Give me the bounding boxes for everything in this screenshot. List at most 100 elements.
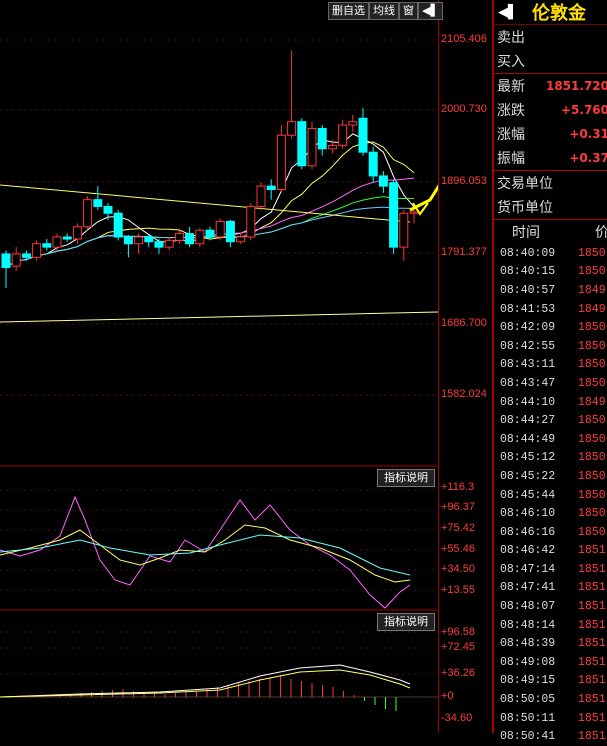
tick-time: 08:45:12: [500, 451, 556, 465]
candle-body: [144, 236, 154, 243]
tick-price: 1851: [578, 618, 606, 632]
tick-time: 08:48:39: [500, 637, 556, 651]
tick-time: 08:44:10: [500, 395, 556, 409]
ind2-axis-label: +72.45: [441, 641, 475, 653]
candle-body: [236, 236, 246, 243]
amp-label: 振幅: [497, 151, 525, 167]
change-row: 涨跌 +5.760: [494, 98, 607, 122]
candle-body: [307, 127, 317, 167]
tick-time: 08:42:55: [500, 339, 556, 353]
trend-line: [0, 184, 411, 223]
pct-row: 涨幅 +0.31: [494, 122, 607, 146]
unit-label: 交易单位: [497, 176, 553, 192]
pct-value: +0.31: [569, 127, 607, 141]
tick-price: 1850: [578, 451, 606, 465]
panel-toggle-icon[interactable]: ◀▌: [418, 2, 443, 20]
tick-time: 08:47:14: [500, 562, 556, 576]
change-value: +5.760: [560, 103, 607, 117]
tick-row: 08:48:14 1851: [494, 616, 607, 635]
tick-row: 08:50:05 1851: [494, 690, 607, 709]
price-axis-label: 1686.700: [441, 317, 487, 329]
tick-time: 08:43:47: [500, 376, 556, 390]
tick-time: 08:40:57: [500, 283, 556, 297]
candle-body: [185, 233, 195, 245]
moving-average-button[interactable]: 均线: [369, 2, 399, 20]
candle-body: [103, 205, 113, 214]
tick-price: 1850: [578, 507, 606, 521]
candle-body: [225, 220, 235, 243]
candle-body: [297, 121, 307, 167]
tick-row: 08:40:09 1850: [494, 244, 607, 263]
candle-body: [389, 182, 399, 248]
tick-price: 1851: [578, 730, 606, 744]
ind2-axis-label: -34.60: [441, 712, 473, 724]
tick-row: 08:46:42 1851: [494, 542, 607, 561]
tick-row: 08:45:22 1850: [494, 467, 607, 486]
tick-price: 1851: [578, 581, 606, 595]
tick-row: 08:44:10 1849: [494, 393, 607, 412]
tick-time: 08:47:41: [500, 581, 556, 595]
tick-row: 08:48:07 1851: [494, 597, 607, 616]
tick-price: 1850: [578, 414, 606, 428]
candle-body: [256, 185, 266, 207]
tick-time: 08:41:53: [500, 302, 556, 316]
candle-body: [338, 124, 348, 146]
tick-row: 08:45:44 1850: [494, 486, 607, 505]
sell-label: 卖出: [497, 30, 525, 46]
trend-line: [0, 311, 438, 323]
tick-time: 08:50:11: [500, 711, 556, 725]
macd-dif-line: [0, 664, 411, 698]
candle-body: [317, 127, 327, 150]
collapse-panel-icon[interactable]: ◀▌: [498, 5, 518, 20]
ma-line: [5, 141, 415, 268]
ind1-axis-label: +13.55: [441, 584, 475, 596]
currency-row: 货币单位: [494, 195, 607, 219]
tick-time: 08:45:44: [500, 488, 556, 502]
candle-body: [154, 241, 164, 248]
latest-label: 最新: [497, 79, 525, 95]
tick-row: 08:40:57 1849: [494, 281, 607, 300]
tick-row: 08:43:11 1850: [494, 356, 607, 375]
tick-row: 08:48:39 1851: [494, 634, 607, 653]
indicator-help-button-1[interactable]: 指标说明: [377, 469, 435, 487]
tick-row: 08:41:53 1849: [494, 300, 607, 319]
unit-row: 交易单位: [494, 170, 607, 195]
change-label: 涨跌: [497, 103, 525, 119]
tick-price: 1851: [578, 600, 606, 614]
tick-price: 1851: [578, 544, 606, 558]
tick-price: 1850: [578, 525, 606, 539]
candle-body: [62, 236, 72, 240]
tick-time: 08:40:15: [500, 265, 556, 279]
tick-price: 1849: [578, 395, 606, 409]
indicator-help-button-2[interactable]: 指标说明: [377, 613, 435, 631]
remove-favorite-button[interactable]: 删自选: [328, 2, 369, 20]
candle-body: [42, 243, 52, 248]
candle-body: [164, 239, 174, 248]
ind1-axis-label: +34.50: [441, 563, 475, 575]
chart-toolbar: 删自选 均线 窗 ◀▌: [328, 2, 443, 20]
candle-body: [246, 205, 256, 238]
kline-chart[interactable]: [0, 0, 438, 733]
candle-body: [287, 121, 297, 136]
candle-body: [174, 233, 184, 241]
candle-body: [83, 199, 93, 228]
candle-body: [378, 175, 388, 187]
tick-list[interactable]: 08:40:09 1850 08:40:15 1850 08:40:57 1849 08:4…: [494, 244, 607, 746]
amp-row: 振幅 +0.37: [494, 146, 607, 170]
tick-row: 08:47:41 1851: [494, 579, 607, 598]
tick-time: 08:43:11: [500, 358, 556, 372]
candle-body: [113, 212, 123, 238]
candle-body: [32, 243, 42, 258]
ind1-axis-label: +96.37: [441, 501, 475, 513]
amp-value: +0.37: [569, 151, 607, 165]
window-button[interactable]: 窗: [399, 2, 418, 20]
tick-price: 1851: [578, 637, 606, 651]
price-axis-label: 2000.730: [441, 103, 487, 115]
tick-price: 1850: [578, 358, 606, 372]
kdj-d-line: [0, 524, 411, 583]
tick-time: 08:44:27: [500, 414, 556, 428]
tick-time: 08:40:09: [500, 246, 556, 260]
tick-price: 1850: [578, 265, 606, 279]
ind1-axis-label: +75.42: [441, 522, 475, 534]
tick-row: 08:42:55 1850: [494, 337, 607, 356]
